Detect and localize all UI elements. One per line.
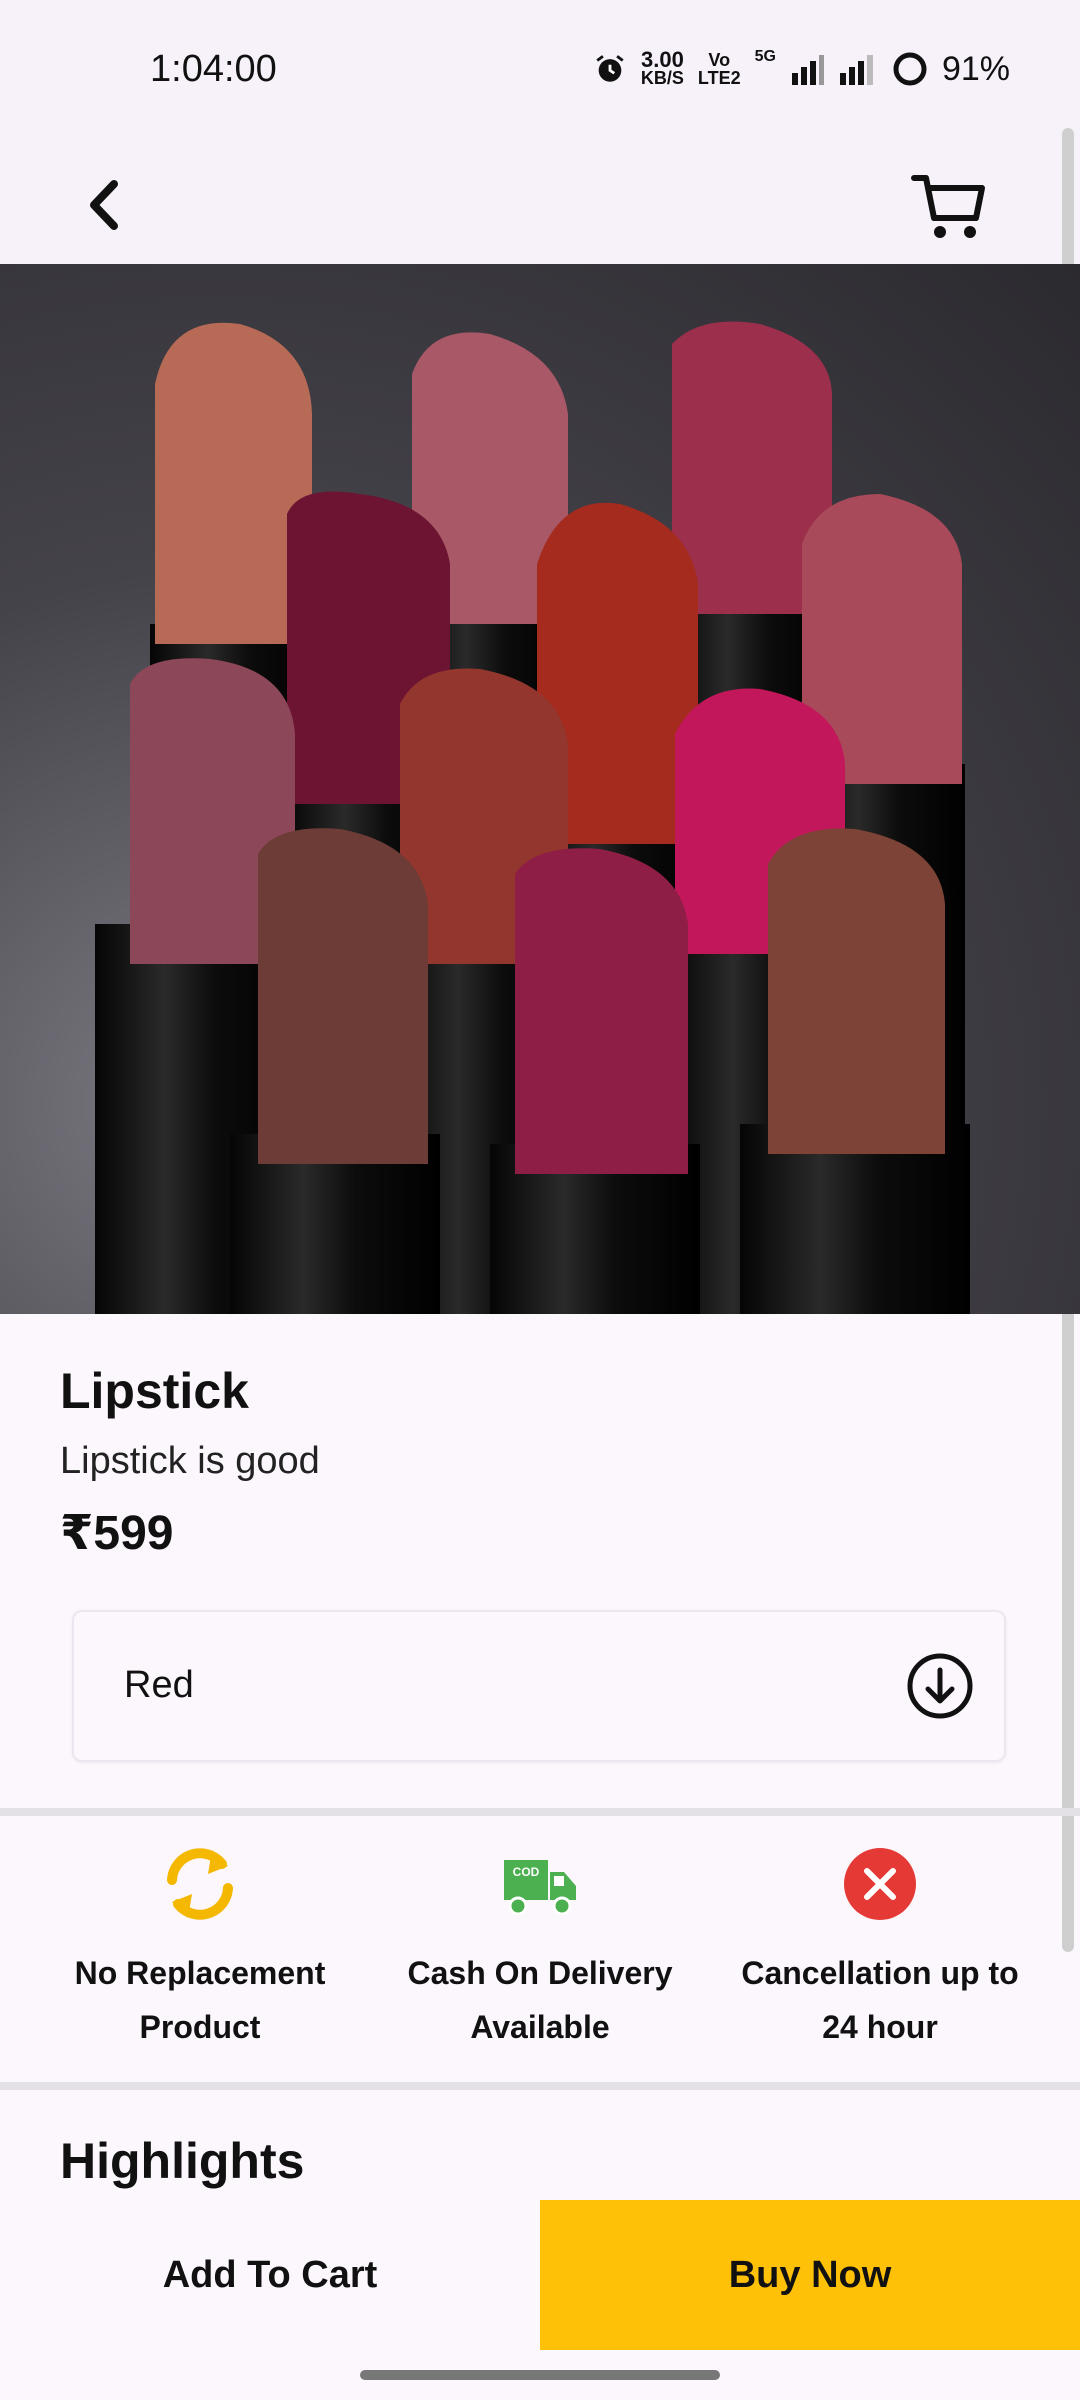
volte-top: Vo bbox=[708, 50, 731, 70]
product-price: ₹599 bbox=[60, 1507, 174, 1560]
feature-label-line2: Available bbox=[470, 2009, 610, 2045]
signal-icon-2 bbox=[839, 55, 873, 85]
divider bbox=[0, 2082, 1080, 2090]
signal-icon-1 bbox=[791, 55, 824, 85]
arrow-down-circle-icon bbox=[907, 1653, 973, 1719]
replace-icon bbox=[167, 1848, 233, 1920]
feature-label-line2: Product bbox=[139, 2009, 261, 2045]
net-speed: 3.00 KB/S bbox=[640, 47, 684, 88]
chevron-left-icon bbox=[90, 180, 118, 230]
variant-dropdown[interactable]: Red bbox=[72, 1610, 1006, 1762]
feature-label: No Replacement Product bbox=[20, 1946, 380, 2054]
status-icons: 3.00 KB/S Vo LTE2 5G 91% bbox=[593, 44, 1010, 94]
product-image bbox=[0, 264, 1080, 1314]
variant-selected-value: Red bbox=[124, 1664, 194, 1706]
status-bar: 1:04:00 3.00 KB/S Vo LTE2 5G 91% bbox=[0, 0, 1080, 130]
feature-label-line1: No Replacement bbox=[74, 1955, 326, 1991]
feature-label: Cash On Delivery Available bbox=[360, 1946, 720, 2054]
feature-label-line1: Cash On Delivery bbox=[407, 1955, 673, 1991]
cod-text: COD bbox=[513, 1865, 540, 1879]
back-button[interactable] bbox=[70, 170, 140, 240]
product-title: Lipstick bbox=[60, 1363, 249, 1419]
cod-truck-icon: COD bbox=[504, 1860, 576, 1916]
product-description: Lipstick is good bbox=[60, 1440, 320, 1482]
add-to-cart-button[interactable]: Add To Cart bbox=[0, 2200, 540, 2350]
alarm-icon bbox=[596, 55, 624, 82]
net-speed-value: 3.00 bbox=[641, 47, 684, 72]
feature-no-replacement: No Replacement Product bbox=[20, 1844, 380, 2054]
battery-percent: 91% bbox=[941, 49, 1010, 88]
divider bbox=[0, 1808, 1080, 1816]
feature-label-line1: Cancellation up to bbox=[741, 1955, 1019, 1991]
cancel-icon bbox=[844, 1848, 916, 1920]
cart-button[interactable] bbox=[910, 166, 990, 246]
volte-bottom: LTE2 bbox=[697, 68, 741, 88]
feature-label-line2: 24 hour bbox=[822, 2009, 938, 2045]
lipstick-illustration bbox=[95, 321, 970, 1314]
features-row: No Replacement Product COD Cash On Deliv… bbox=[0, 1824, 1080, 2084]
status-time: 1:04:00 bbox=[150, 48, 277, 90]
feature-label: Cancellation up to 24 hour bbox=[700, 1946, 1060, 2054]
cart-icon bbox=[911, 175, 985, 238]
feature-cash-on-delivery: COD Cash On Delivery Available bbox=[360, 1844, 720, 2054]
feature-cancellation: Cancellation up to 24 hour bbox=[700, 1844, 1060, 2054]
highlights-heading: Highlights bbox=[60, 2133, 305, 2189]
volte-indicator: Vo LTE2 bbox=[698, 51, 741, 87]
net-speed-unit: KB/S bbox=[640, 68, 684, 88]
buy-now-button[interactable]: Buy Now bbox=[540, 2200, 1080, 2350]
top-app-bar bbox=[0, 130, 1080, 264]
network-type: 5G bbox=[754, 48, 776, 65]
battery-icon bbox=[893, 52, 927, 86]
home-indicator[interactable] bbox=[360, 2370, 720, 2380]
